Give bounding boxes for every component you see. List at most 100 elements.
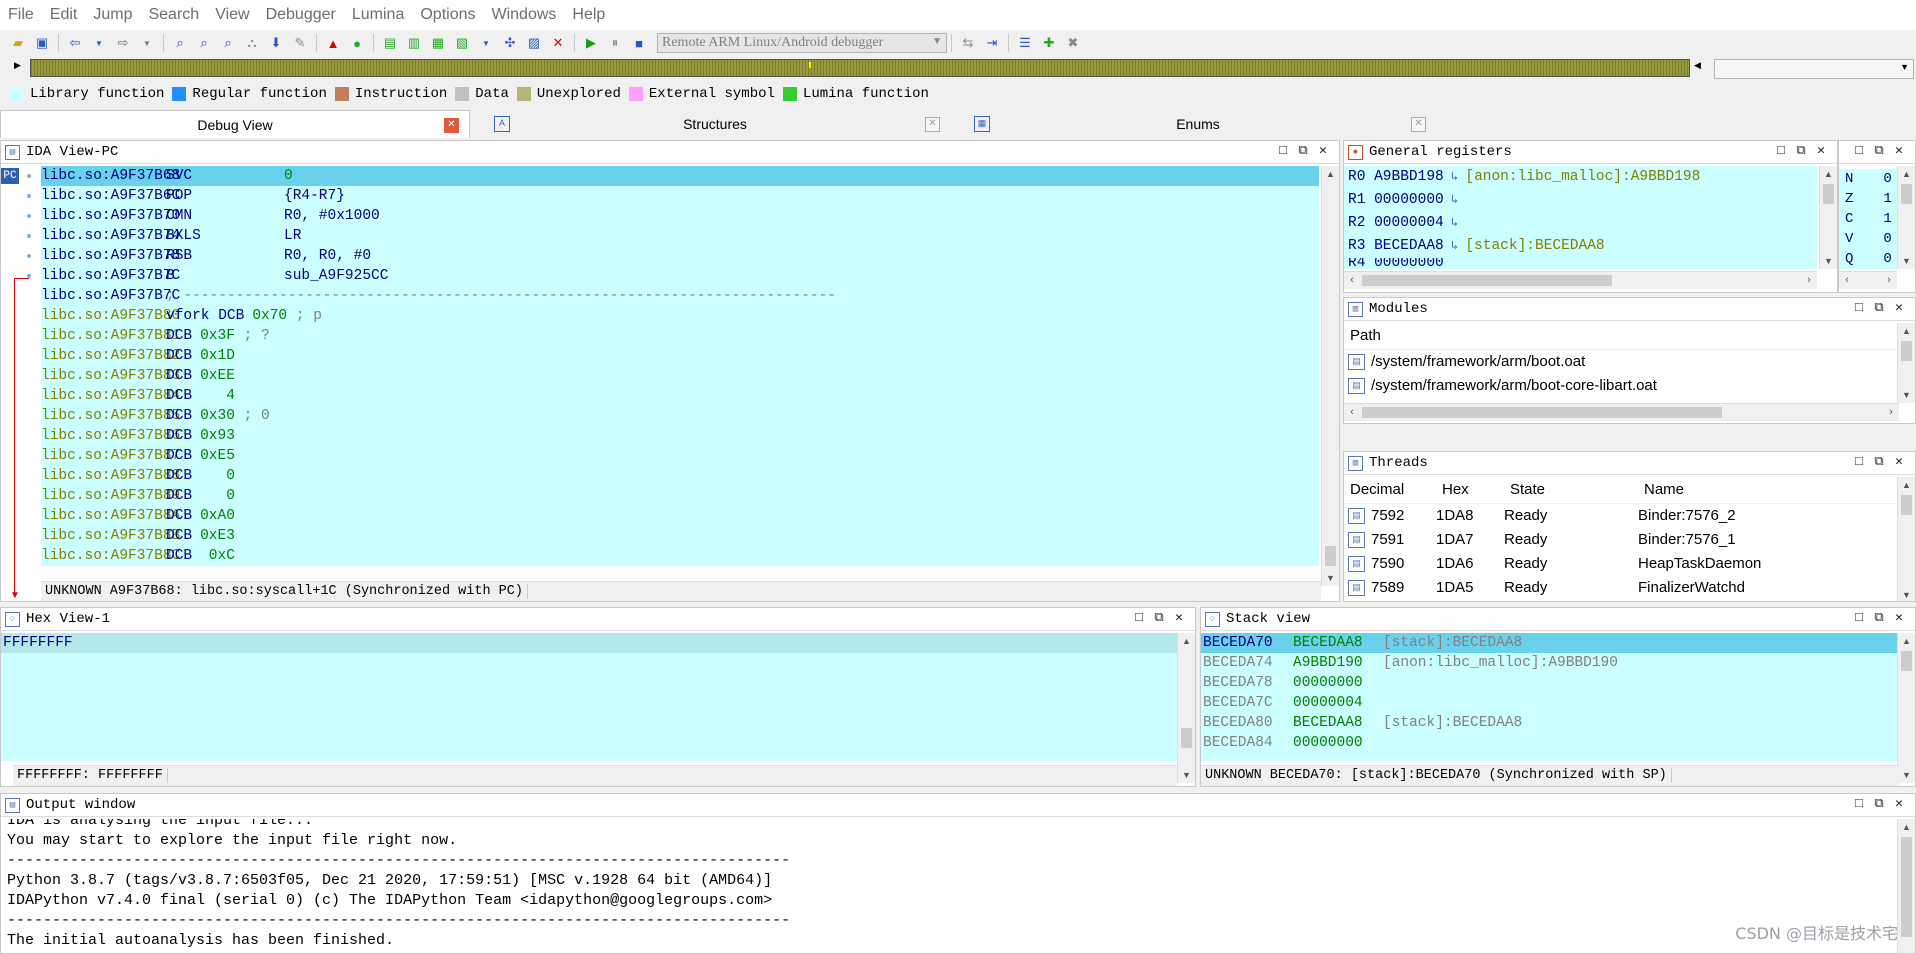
stop-icon[interactable]: ■ xyxy=(629,33,649,53)
nav-left-arrow-icon[interactable]: ▶ xyxy=(14,60,21,71)
stack-row[interactable]: BECEDA7C 00000004 xyxy=(1201,693,1899,713)
code-line[interactable]: libc.so:A9F37B82DCB 0x1D xyxy=(41,346,1319,366)
scroll-down-icon[interactable]: ▼ xyxy=(1898,767,1915,783)
menu-options[interactable]: Options xyxy=(412,6,483,24)
scroll-up-icon[interactable]: ▲ xyxy=(1898,323,1915,339)
stack-listing[interactable]: BECEDA70 BECEDAA8 [stack]:BECEDAA8 BECEDA74… xyxy=(1201,633,1899,761)
graph-icon[interactable]: ⛬ xyxy=(242,33,262,53)
scroll-thumb[interactable] xyxy=(1901,837,1912,937)
navigation-combo[interactable]: ▼ xyxy=(1714,59,1914,79)
code-line[interactable]: libc.so:A9F37B85DCB 0x30 ; 0 xyxy=(41,406,1319,426)
module-row[interactable]: ▤ /system/framework/arm/boot-core-libart.… xyxy=(1344,374,1899,398)
flag-row[interactable]: C1 xyxy=(1839,209,1897,229)
register-row[interactable]: R2 00000004 ↳ xyxy=(1344,212,1817,235)
close-tab-icon[interactable]: ✕ xyxy=(444,118,459,133)
register-row[interactable]: R1 00000000 ↳ xyxy=(1344,189,1817,212)
scroll-right-icon[interactable]: › xyxy=(1881,272,1897,289)
close-icon[interactable]: ✕ xyxy=(1889,143,1909,158)
dropdown-icon[interactable]: ▼ xyxy=(89,33,109,53)
float-icon[interactable]: ⧉ xyxy=(1869,143,1889,158)
thread-row[interactable]: ▤ 7590 1DA6 Ready HeapTaskDaemon xyxy=(1344,552,1899,576)
close-icon[interactable]: ✕ xyxy=(1889,610,1909,625)
scroll-thumb[interactable] xyxy=(1823,184,1834,204)
scroll-up-icon[interactable]: ▲ xyxy=(1322,166,1339,182)
breakpoint-dot-icon[interactable] xyxy=(27,174,31,178)
chart-icon[interactable]: ✣ xyxy=(500,33,520,53)
code-line[interactable]: libc.so:A9F37B81DCB 0x3F ; ? xyxy=(41,326,1319,346)
stack-row[interactable]: BECEDA74 A9BBD190 [anon:libc_malloc]:A9BBD… xyxy=(1201,653,1899,673)
close-tab-icon[interactable]: ✕ xyxy=(1411,117,1426,132)
scroll-left-icon[interactable]: ‹ xyxy=(1344,404,1360,421)
horizontal-scrollbar[interactable]: ‹ › xyxy=(1839,271,1897,289)
scroll-up-icon[interactable]: ▲ xyxy=(1898,477,1915,493)
close-icon[interactable]: ✕ xyxy=(1889,796,1909,811)
code-line[interactable]: libc.so:A9F37B68SVC 0 xyxy=(41,166,1319,186)
minimize-icon[interactable]: □ xyxy=(1849,610,1869,625)
warning-icon[interactable]: ▲ xyxy=(323,33,343,53)
scroll-left-icon[interactable]: ‹ xyxy=(1344,272,1360,289)
hex-dump[interactable]: FFFFFFFF xyxy=(1,633,1179,761)
code-line[interactable]: libc.so:A9F37B8BDCB 0xE3 xyxy=(41,526,1319,546)
float-icon[interactable]: ⧉ xyxy=(1293,143,1313,158)
scroll-down-icon[interactable]: ▼ xyxy=(1898,587,1915,601)
stack-row[interactable]: BECEDA70 BECEDAA8 [stack]:BECEDAA8 xyxy=(1201,633,1899,653)
flag-row[interactable]: V0 xyxy=(1839,229,1897,249)
breakpoint-dot-icon[interactable] xyxy=(27,254,31,258)
vertical-scrollbar[interactable]: ▲ ▼ xyxy=(1177,633,1195,783)
forward-icon[interactable]: ⇨ xyxy=(113,33,133,53)
jump-arrow-icon[interactable]: ↳ xyxy=(1444,170,1466,184)
dropdown-icon[interactable]: ▼ xyxy=(137,33,157,53)
code-line[interactable]: libc.so:A9F37B84DCB 4 xyxy=(41,386,1319,406)
vertical-scrollbar[interactable]: ▲ ▼ xyxy=(1819,166,1837,269)
search-binary-icon[interactable]: ⌕ xyxy=(170,33,190,53)
close-icon[interactable]: ✕ xyxy=(1889,454,1909,469)
scroll-left-icon[interactable]: ‹ xyxy=(1839,272,1855,289)
stack-row[interactable]: BECEDA84 00000000 xyxy=(1201,733,1899,753)
horizontal-scrollbar[interactable]: ‹ › xyxy=(1344,403,1899,421)
scroll-up-icon[interactable]: ▲ xyxy=(1178,633,1195,649)
float-icon[interactable]: ⧉ xyxy=(1149,610,1169,625)
minimize-icon[interactable]: □ xyxy=(1849,300,1869,315)
navigation-strip[interactable] xyxy=(30,59,1690,77)
scroll-thumb[interactable] xyxy=(1901,651,1912,671)
close-tab-icon[interactable]: ✕ xyxy=(925,117,940,132)
attach-icon[interactable]: ⇆ xyxy=(958,33,978,53)
code-line[interactable]: libc.so:A9F37B87DCB 0xE5 xyxy=(41,446,1319,466)
thread-row[interactable]: ▤ 7589 1DA5 Ready FinalizerWatchd xyxy=(1344,576,1899,600)
breakpoint-dot-icon[interactable] xyxy=(27,234,31,238)
menu-debugger[interactable]: Debugger xyxy=(258,6,344,24)
minimize-icon[interactable]: □ xyxy=(1273,143,1293,158)
tab-enums[interactable]: ▦ Enums ✕ xyxy=(960,110,1436,138)
tab-debug-view[interactable]: Debug View ✕ xyxy=(0,110,470,138)
thread-row[interactable]: ▤ 7591 1DA7 Ready Binder:7576_1 xyxy=(1344,528,1899,552)
detach-icon[interactable]: ⇥ xyxy=(982,33,1002,53)
register-list[interactable]: R0 A9BBD198 ↳ [anon:libc_malloc]:A9BBD19… xyxy=(1344,166,1817,269)
column-name[interactable]: Name xyxy=(1644,477,1874,503)
vertical-scrollbar[interactable]: ▲ ▼ xyxy=(1897,166,1915,269)
breakpoint-list-icon[interactable]: ☰ xyxy=(1015,33,1035,53)
column-hex[interactable]: Hex xyxy=(1442,477,1510,503)
chart-icon[interactable]: ▦ xyxy=(428,33,448,53)
menu-file[interactable]: File xyxy=(0,6,42,24)
patch-icon[interactable]: ✎ xyxy=(290,33,310,53)
column-decimal[interactable]: Decimal xyxy=(1344,477,1442,503)
code-line[interactable]: libc.so:A9F37B70CMN R0, #0x1000 xyxy=(41,206,1319,226)
scroll-down-icon[interactable]: ▼ xyxy=(1178,767,1195,783)
code-line[interactable]: libc.so:A9F37B88DCB 0 xyxy=(41,466,1319,486)
scroll-thumb[interactable] xyxy=(1901,495,1912,515)
menu-help[interactable]: Help xyxy=(564,6,613,24)
close-icon[interactable]: ✕ xyxy=(1811,143,1831,158)
scroll-thumb[interactable] xyxy=(1362,275,1612,286)
module-row[interactable]: ▤ /system/framework/arm/boot.oat xyxy=(1344,350,1899,374)
stack-row[interactable]: BECEDA78 00000000 xyxy=(1201,673,1899,693)
output-text[interactable]: IDA is analysing the input file... You ma… xyxy=(1,819,1899,953)
code-line[interactable]: libc.so:A9F37B8ADCB 0xA0 xyxy=(41,506,1319,526)
scroll-down-icon[interactable]: ▼ xyxy=(1898,387,1915,403)
vertical-scrollbar[interactable]: ▲ ▼ xyxy=(1897,633,1915,783)
close-icon[interactable]: ✕ xyxy=(1313,143,1333,158)
column-path[interactable]: Path xyxy=(1344,323,1381,349)
code-line[interactable]: libc.so:A9F37B6CPOP {R4-R7} xyxy=(41,186,1319,206)
horizontal-scrollbar[interactable]: ‹ › xyxy=(1344,271,1817,289)
float-icon[interactable]: ⧉ xyxy=(1869,610,1889,625)
vertical-scrollbar[interactable]: ▲ ▼ xyxy=(1321,166,1339,586)
